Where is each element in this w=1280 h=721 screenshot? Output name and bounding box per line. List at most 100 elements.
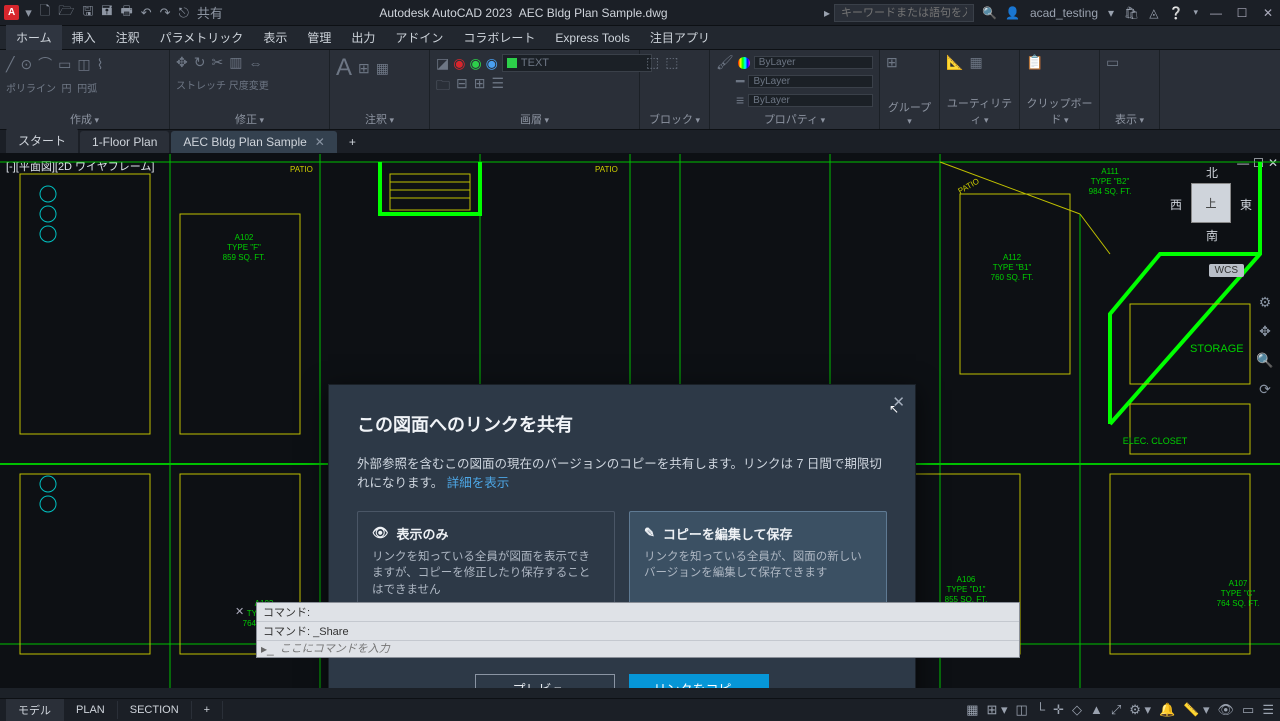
window-title: Autodesk AutoCAD 2023 AEC Bldg Plan Samp… <box>223 6 824 20</box>
svg-text:TYPE "B1": TYPE "B1" <box>993 263 1032 272</box>
ribbon-tab-4[interactable]: 表示 <box>253 25 297 50</box>
zoom-icon[interactable]: 🔍 <box>1256 352 1273 369</box>
redo-icon[interactable]: ↷ <box>160 5 171 21</box>
preview-button[interactable]: プレビュー <box>475 674 615 688</box>
permission-card-view-only[interactable]: 👁表示のみ リンクを知っている全員が図面を表示できますが、コピーを修正したり保存… <box>357 511 615 614</box>
svg-text:A102: A102 <box>235 233 254 242</box>
help-icon[interactable]: ❔ <box>1169 6 1184 20</box>
ribbon-tab-7[interactable]: アドイン <box>385 25 453 50</box>
share-label[interactable]: 共有 <box>197 3 223 22</box>
layout-tab-モデル[interactable]: モデル <box>6 699 64 721</box>
workspace-icon[interactable]: ⚙ ▾ <box>1129 702 1151 718</box>
share-icon[interactable]: ⎋ <box>179 5 189 21</box>
ribbon-tab-1[interactable]: 挿入 <box>62 25 106 50</box>
user-name[interactable]: acad_testing <box>1030 6 1098 20</box>
ribbon-tab-10[interactable]: 注目アプリ <box>640 25 720 50</box>
svg-text:A112: A112 <box>1003 253 1022 262</box>
view-cube[interactable]: 上 北 南 西 東 <box>1170 162 1252 244</box>
ribbon: ╱⊙⌒▭◫⌇ポリライン 円 円弧 作成 ✥↻✂▥⇔ストレッチ 尺度変更 修正 A… <box>0 50 1280 130</box>
status-toggles: ▦ ⊞ ▾ ◫ └ ✛ ◇ ▲ ⤢ ⚙ ▾ 🔔 📏 ▾ 👁 ▭ ☰ <box>966 702 1274 718</box>
cmdline-close-icon[interactable]: ✕ <box>235 605 244 618</box>
ribbon-tab-5[interactable]: 管理 <box>297 25 341 50</box>
svg-text:ELEC. CLOSET: ELEC. CLOSET <box>1123 436 1188 446</box>
search-box[interactable]: ▸ 🔍 <box>824 4 1005 22</box>
svg-text:TYPE "D1": TYPE "D1" <box>946 585 985 594</box>
steering-wheel-icon[interactable]: ⚙ <box>1259 294 1272 311</box>
close-button[interactable]: ✕ <box>1260 6 1276 20</box>
search-input[interactable] <box>834 4 974 22</box>
add-layout-button[interactable]: + <box>192 701 223 719</box>
open-icon[interactable]: 🗁 <box>58 2 74 24</box>
panel-label[interactable]: 作成 <box>6 109 163 127</box>
ribbon-tab-6[interactable]: 出力 <box>341 25 385 50</box>
grid-icon[interactable]: ⊞ ▾ <box>986 702 1007 718</box>
clean-screen-icon[interactable]: ▭ <box>1242 702 1254 718</box>
drawing-canvas[interactable]: [-][平面図][2D ワイヤフレーム] — ☐ ✕ <box>0 154 1280 688</box>
svg-text:A111: A111 <box>1101 167 1119 176</box>
dialog-close-button[interactable]: ✕ <box>892 393 905 411</box>
layer-dropdown[interactable]: TEXT <box>502 54 652 72</box>
plot-icon[interactable]: 🖶 <box>120 2 132 24</box>
ribbon-tab-3[interactable]: パラメトリック <box>150 25 254 50</box>
dialog-description: 外部参照を含むこの図面の現在のバージョンのコピーを共有します。リンクは 7 日間… <box>357 455 887 493</box>
pencil-icon: ✎ <box>644 525 655 541</box>
svg-text:TYPE "F": TYPE "F" <box>227 243 261 252</box>
new-icon[interactable]: 🗋 <box>40 2 50 24</box>
customize-icon[interactable]: ☰ <box>1262 702 1274 718</box>
cart-icon[interactable]: 🛍 <box>1124 6 1139 20</box>
dialog-title: この図面へのリンクを共有 <box>357 411 887 437</box>
ribbon-tabs: ホーム挿入注釈パラメトリック表示管理出力アドインコラボレートExpress To… <box>0 26 1280 50</box>
wcs-badge[interactable]: WCS <box>1209 264 1244 277</box>
snap-icon[interactable]: ◫ <box>1016 702 1028 718</box>
anno-monitor-icon[interactable]: 🔔 <box>1159 702 1175 718</box>
anno-icon[interactable]: ▲ <box>1090 702 1103 717</box>
svg-text:PATIO: PATIO <box>595 165 618 174</box>
osnap-icon[interactable]: ◇ <box>1072 702 1082 718</box>
save-icon[interactable]: 🖫 <box>82 2 93 24</box>
copy-link-button[interactable]: リンクをコピー <box>629 674 769 688</box>
close-tab-icon[interactable]: ✕ <box>315 135 325 149</box>
units-icon[interactable]: 📏 ▾ <box>1183 702 1209 718</box>
quick-access-toolbar: ▾ 🗋 🗁 🖫 🖬 🖶 ↶ ↷ ⎋ 共有 <box>25 2 223 24</box>
command-input[interactable] <box>280 643 1015 655</box>
ribbon-tab-8[interactable]: コラボレート <box>453 25 545 50</box>
permission-card-edit-copy[interactable]: ✎コピーを編集して保存 リンクを知っている全員が、図面の新しいバージョンを編集し… <box>629 511 887 614</box>
polar-icon[interactable]: ✛ <box>1053 702 1064 718</box>
learn-more-link[interactable]: 詳細を表示 <box>447 476 510 490</box>
isolate-icon[interactable]: 👁 <box>1218 702 1235 718</box>
ribbon-tab-0[interactable]: ホーム <box>6 25 62 50</box>
ribbon-tab-9[interactable]: Express Tools <box>545 27 639 49</box>
layout-tab-plan[interactable]: PLAN <box>64 701 118 719</box>
app-logo[interactable]: A <box>4 5 19 20</box>
saveas-icon[interactable]: 🖬 <box>101 2 112 24</box>
nav-bar[interactable]: ⚙ ✥ 🔍 ⟳ <box>1254 294 1276 398</box>
cmd-prompt-icon: ▸_ <box>261 642 274 656</box>
cmd-history-2: コマンド: _Share <box>257 622 1019 641</box>
model-space-icon[interactable]: ▦ <box>966 702 978 718</box>
doc-tab-2[interactable]: AEC Bldg Plan Sample✕ <box>171 131 336 153</box>
minimize-button[interactable]: — <box>1208 6 1224 20</box>
pan-icon[interactable]: ✥ <box>1259 323 1271 340</box>
layout-tab-section[interactable]: SECTION <box>118 701 192 719</box>
ribbon-tab-2[interactable]: 注釈 <box>106 25 150 50</box>
undo-icon[interactable]: ↶ <box>141 5 152 21</box>
svg-text:PATIO: PATIO <box>290 165 313 174</box>
menu-icon[interactable]: ▾ <box>25 5 32 21</box>
document-tabs: スタート1-Floor PlanAEC Bldg Plan Sample✕+ <box>0 130 1280 154</box>
app-home-icon[interactable]: ◬ <box>1149 6 1158 20</box>
command-line[interactable]: ✕ コマンド: コマンド: _Share ▸_ <box>256 602 1020 658</box>
scale-icon[interactable]: ⤢ <box>1111 702 1121 718</box>
svg-text:A106: A106 <box>957 575 976 584</box>
search-icon[interactable]: 🔍 <box>982 6 997 20</box>
user-icon[interactable]: 👤 <box>1005 6 1020 20</box>
orbit-icon[interactable]: ⟳ <box>1259 381 1271 398</box>
doc-tab-0[interactable]: スタート <box>6 128 78 153</box>
new-tab-button[interactable]: + <box>339 131 366 153</box>
svg-text:764 SQ. FT.: 764 SQ. FT. <box>1217 599 1260 608</box>
ortho-icon[interactable]: └ <box>1036 702 1045 717</box>
svg-text:TYPE "C": TYPE "C" <box>1221 589 1256 598</box>
status-bar: モデルPLANSECTION+ ▦ ⊞ ▾ ◫ └ ✛ ◇ ▲ ⤢ ⚙ ▾ 🔔 … <box>0 698 1280 720</box>
maximize-button[interactable]: ☐ <box>1234 6 1250 20</box>
svg-text:PATIO: PATIO <box>957 177 981 196</box>
doc-tab-1[interactable]: 1-Floor Plan <box>80 131 169 153</box>
